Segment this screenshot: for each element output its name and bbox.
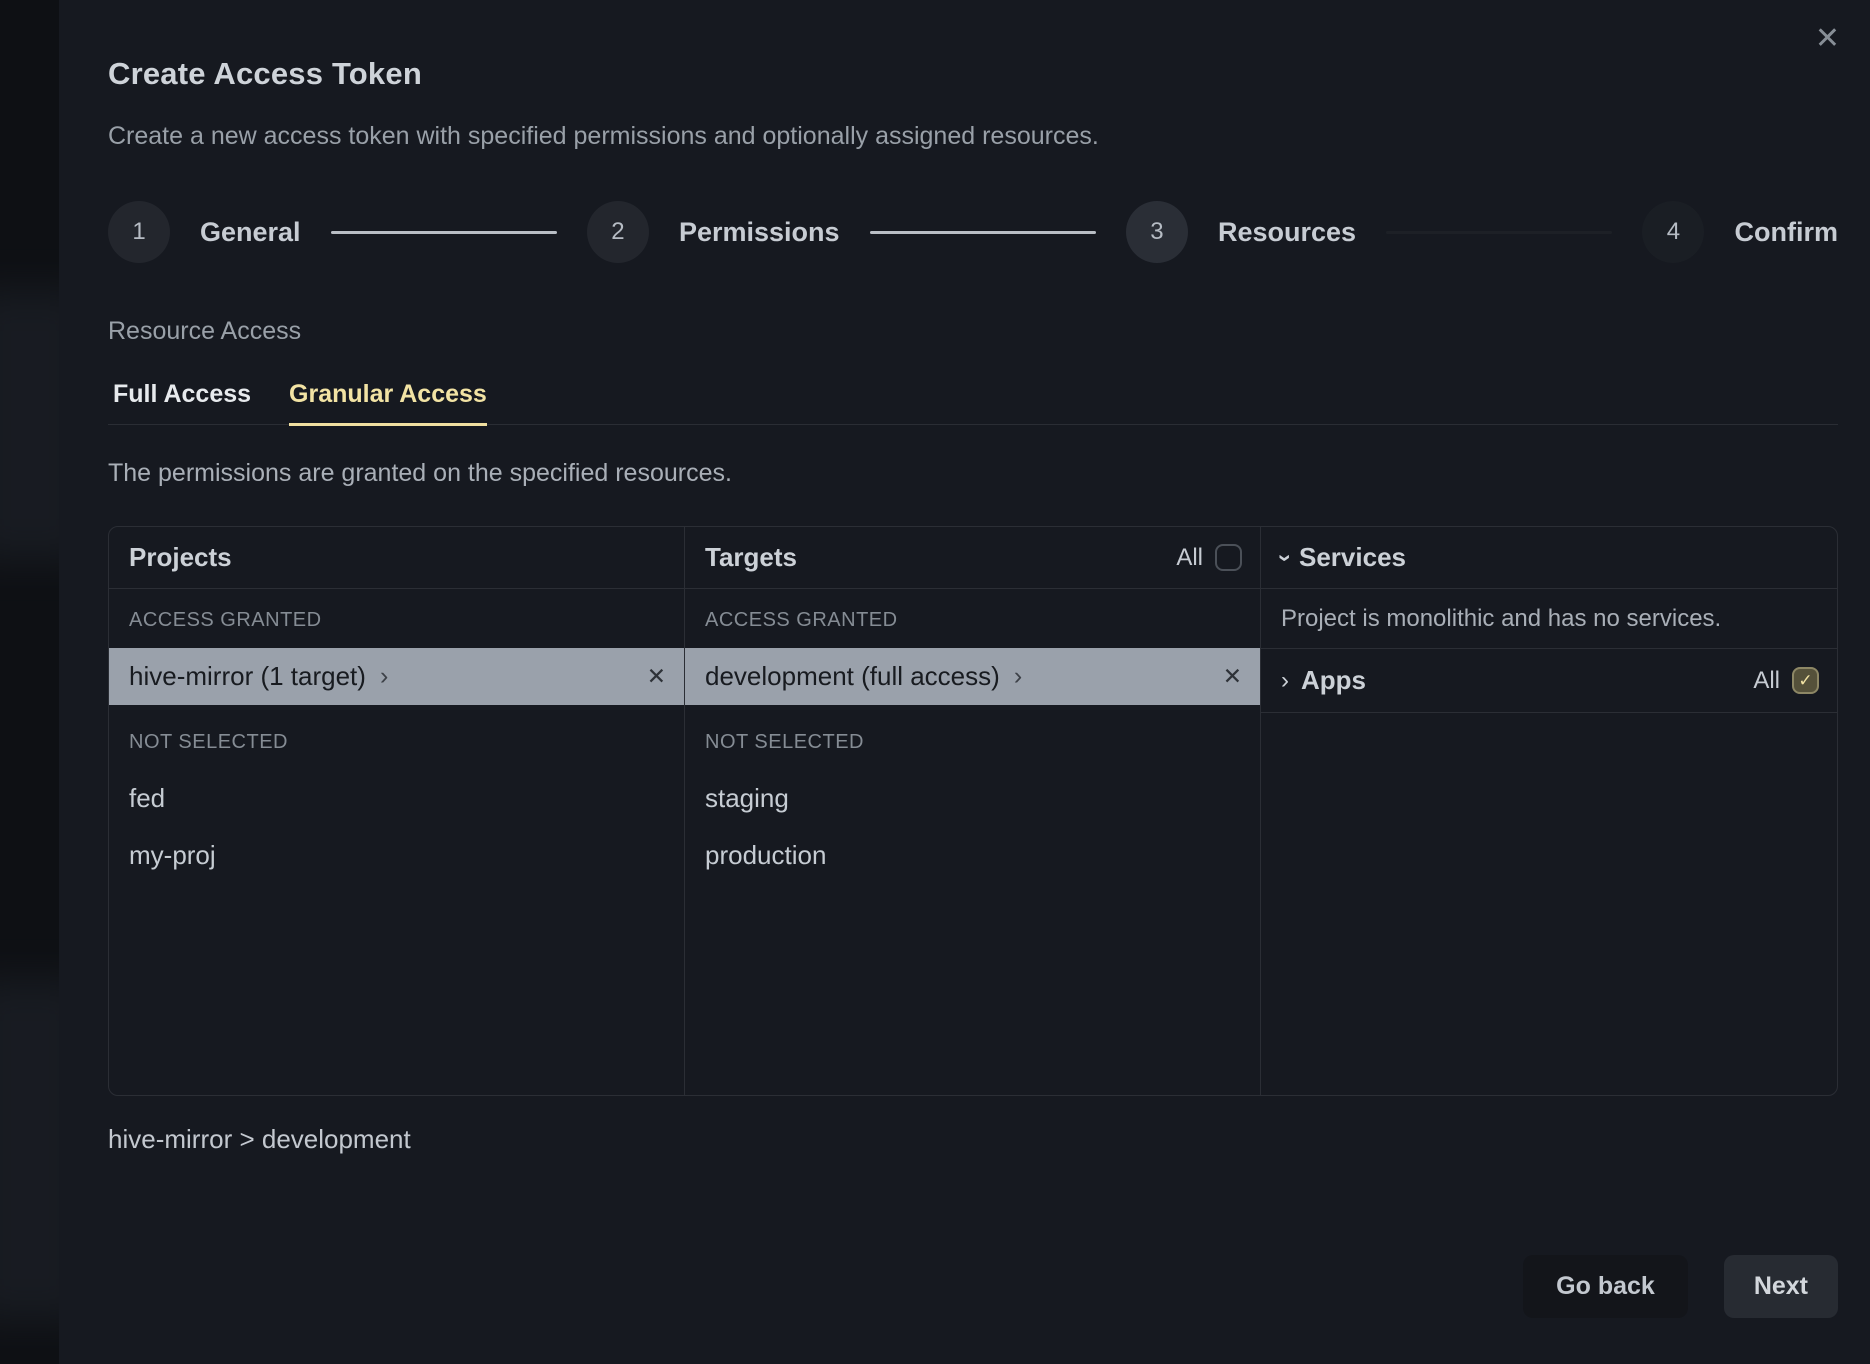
- apps-group-row[interactable]: › Apps All ✓: [1261, 649, 1837, 713]
- resource-picker-table: Projects ACCESS GRANTED hive-mirror (1 t…: [108, 526, 1838, 1096]
- step-label: Resources: [1218, 217, 1356, 248]
- access-granted-label: ACCESS GRANTED: [129, 609, 664, 632]
- granular-access-description: The permissions are granted on the speci…: [108, 459, 1838, 488]
- wizard-stepper: 1 General 2 Permissions 3 Resources 4 Co…: [108, 201, 1838, 263]
- stepper-connector: [870, 231, 1096, 234]
- access-granted-label: ACCESS GRANTED: [705, 609, 1240, 632]
- granted-project-label: hive-mirror (1 target): [129, 661, 366, 692]
- dialog-title: Create Access Token: [108, 0, 1838, 92]
- step-label: Permissions: [679, 217, 840, 248]
- step-confirm[interactable]: 4 Confirm: [1642, 201, 1838, 263]
- granted-project-row[interactable]: hive-mirror (1 target) › ✕: [109, 648, 684, 705]
- targets-header-label: Targets: [705, 542, 797, 573]
- step-resources[interactable]: 3 Resources: [1126, 201, 1356, 263]
- targets-all-group: All: [1176, 544, 1242, 572]
- step-number-badge: 3: [1126, 201, 1188, 263]
- chevron-down-icon: ›: [1273, 554, 1297, 562]
- apps-all-label: All: [1753, 667, 1780, 695]
- targets-column-header: Targets All: [685, 527, 1260, 589]
- tab-granular-access[interactable]: Granular Access: [289, 380, 487, 426]
- stepper-connector: [1386, 231, 1612, 234]
- resource-access-label: Resource Access: [108, 317, 1838, 346]
- step-number-badge: 4: [1642, 201, 1704, 263]
- services-empty-message: Project is monolithic and has no service…: [1261, 589, 1837, 649]
- step-number-badge: 1: [108, 201, 170, 263]
- chevron-right-icon: ›: [380, 662, 388, 691]
- step-label: General: [200, 217, 301, 248]
- targets-all-label: All: [1176, 544, 1203, 572]
- apps-group-label: Apps: [1301, 665, 1366, 696]
- apps-all-group: All ✓: [1753, 667, 1819, 695]
- background-blur-band: [0, 980, 59, 1320]
- background-blur-band: [0, 290, 59, 560]
- target-item-production[interactable]: production: [705, 827, 1240, 884]
- services-header-label: Services: [1299, 542, 1406, 573]
- granted-target-label: development (full access): [705, 661, 1000, 692]
- projects-header-label: Projects: [129, 542, 232, 573]
- apps-all-checkbox[interactable]: ✓: [1792, 667, 1819, 694]
- targets-all-checkbox[interactable]: [1215, 544, 1242, 571]
- chevron-right-icon: ›: [1014, 662, 1022, 691]
- breadcrumb: hive-mirror > development: [108, 1124, 1838, 1155]
- dialog-footer: Go back Next: [108, 1255, 1838, 1318]
- projects-column: Projects ACCESS GRANTED hive-mirror (1 t…: [109, 527, 685, 1095]
- not-selected-label: NOT SELECTED: [705, 731, 1240, 754]
- dialog-subtitle: Create a new access token with specified…: [108, 122, 1838, 151]
- chevron-right-icon: ›: [1281, 669, 1289, 693]
- next-button[interactable]: Next: [1724, 1255, 1838, 1318]
- projects-column-header: Projects: [109, 527, 684, 589]
- page-background: [0, 0, 59, 1364]
- remove-project-icon[interactable]: ✕: [647, 665, 666, 688]
- create-access-token-dialog: ✕ Create Access Token Create a new acces…: [59, 0, 1870, 1364]
- target-item-staging[interactable]: staging: [705, 770, 1240, 827]
- project-item-fed[interactable]: fed: [129, 770, 664, 827]
- go-back-button[interactable]: Go back: [1523, 1255, 1688, 1318]
- step-general[interactable]: 1 General: [108, 201, 301, 263]
- granted-target-row[interactable]: development (full access) › ✕: [685, 648, 1260, 705]
- step-label: Confirm: [1734, 217, 1838, 248]
- remove-target-icon[interactable]: ✕: [1223, 665, 1242, 688]
- project-item-my-proj[interactable]: my-proj: [129, 827, 664, 884]
- close-icon[interactable]: ✕: [1815, 24, 1840, 54]
- access-tabs: Full Access Granular Access: [108, 380, 1838, 425]
- services-column-header[interactable]: › Services: [1261, 527, 1837, 589]
- targets-column: Targets All ACCESS GRANTED development (…: [685, 527, 1261, 1095]
- not-selected-label: NOT SELECTED: [129, 731, 664, 754]
- step-permissions[interactable]: 2 Permissions: [587, 201, 840, 263]
- services-column: › Services Project is monolithic and has…: [1261, 527, 1837, 1095]
- tab-full-access[interactable]: Full Access: [113, 380, 251, 426]
- stepper-connector: [331, 231, 557, 234]
- step-number-badge: 2: [587, 201, 649, 263]
